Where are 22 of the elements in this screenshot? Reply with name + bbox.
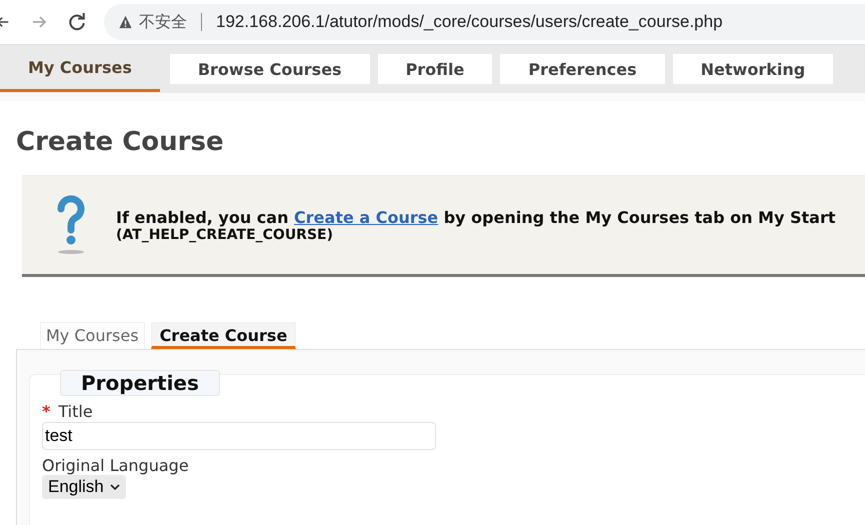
title-input[interactable]: test — [42, 422, 436, 450]
help-code: (AT_HELP_CREATE_COURSE) — [116, 226, 334, 242]
language-select[interactable]: English — [42, 475, 126, 499]
create-course-link[interactable]: Create a Course — [294, 208, 438, 226]
fieldset-legend: Properties — [60, 370, 220, 396]
caret-icon — [110, 484, 120, 490]
required-asterisk: * — [42, 402, 50, 421]
nav-tab[interactable]: Profile — [378, 54, 492, 84]
nav-tab[interactable]: Browse Courses — [170, 54, 370, 84]
warning-icon[interactable] — [118, 15, 133, 29]
sub-tab[interactable]: Create Course — [150, 322, 296, 349]
sub-tab[interactable]: My Courses — [40, 322, 145, 349]
url-text: 192.168.206.1/atutor/mods/_core/courses/users/create_course.php — [216, 12, 723, 32]
field-label: Title — [58, 402, 93, 421]
nav-tab[interactable]: Networking — [672, 54, 834, 84]
field-label: Original Language — [42, 456, 189, 475]
security-label: 不安全 — [139, 12, 187, 32]
page-title: Create Course — [16, 127, 225, 157]
reload-icon[interactable] — [68, 13, 86, 31]
nav-tab[interactable]: Preferences — [500, 54, 665, 84]
help-text: If enabled, you can Create a Course by opening the My Courses tab on My Start — [116, 208, 836, 226]
address-bar[interactable]: 不安全 192.168.206.1/atutor/mods/_core/courses/users/create_course.php — [104, 4, 865, 40]
